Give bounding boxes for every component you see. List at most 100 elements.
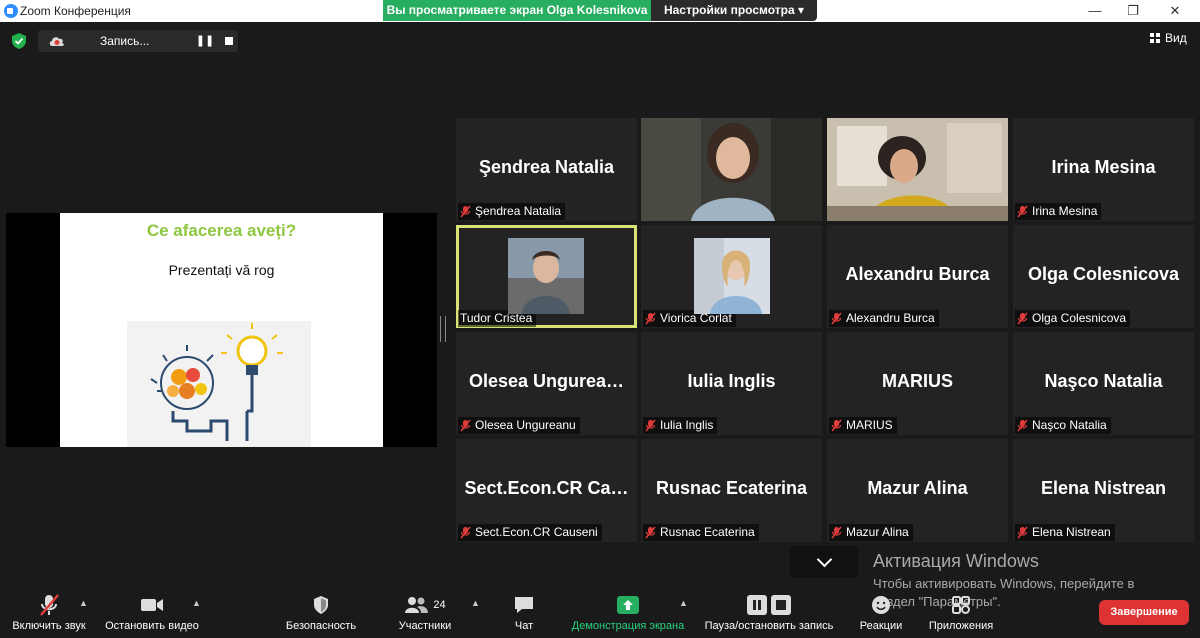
avatar-viorica-corlat: [694, 238, 770, 314]
reactions-label: Реакции: [859, 620, 903, 632]
recording-bar: Запись... ❚❚: [38, 30, 238, 52]
muted-mic-icon: [645, 419, 656, 432]
close-button[interactable]: ✕: [1160, 2, 1190, 20]
pause-recording-button[interactable]: ❚❚: [194, 30, 216, 52]
muted-mic-icon: [1017, 419, 1028, 432]
participant-tile[interactable]: Mazur Alina Mazur Alina: [827, 439, 1008, 542]
participant-name: Irina Mesina: [1051, 157, 1156, 177]
chat-button[interactable]: Чат: [505, 592, 543, 632]
participant-label-text: Iulia Inglis: [660, 418, 714, 432]
apps-button[interactable]: Приложения: [922, 592, 1000, 632]
panel-splitter-handle[interactable]: [440, 316, 446, 342]
view-settings-button[interactable]: Настройки просмотра ▾: [651, 0, 817, 21]
participant-label-text: Mazur Alina: [846, 525, 909, 539]
avatar-tudor-cristea: [508, 238, 584, 314]
muted-mic-icon: [1017, 312, 1028, 325]
participants-icon: [405, 597, 429, 613]
participant-label-text: Irina Mesina: [1032, 204, 1098, 218]
grid-icon: [1150, 33, 1160, 43]
stop-video-button[interactable]: Остановить видео: [102, 592, 202, 632]
muted-mic-icon: [460, 205, 471, 218]
maximize-button[interactable]: ❐: [1118, 2, 1148, 20]
minimize-button[interactable]: —: [1080, 2, 1110, 20]
shield-icon: [314, 596, 328, 614]
window-title: Zoom Конференция: [20, 4, 131, 18]
muted-mic-icon: [645, 312, 656, 325]
video-feed-olga-kolesnikova: [827, 118, 1008, 221]
shield-check-icon[interactable]: [10, 32, 28, 50]
unmute-button[interactable]: Включить звук: [8, 592, 90, 632]
muted-mic-icon: [460, 419, 471, 432]
participant-label-text: Rusnac Ecaterina: [660, 525, 755, 539]
participant-tile[interactable]: Şendrea Natalia Şendrea Natalia: [456, 118, 637, 221]
participant-name: Olesea Ungurea…: [468, 371, 625, 391]
muted-mic-icon: [831, 526, 842, 539]
participant-label-text: Alexandru Burca: [846, 311, 935, 325]
participant-tile[interactable]: Alexandru Burca Alexandru Burca: [827, 225, 1008, 328]
screen-share-banner: Вы просматриваете экран Olga Kolesnikova: [383, 0, 651, 21]
muted-mic-icon: [831, 312, 842, 325]
view-button[interactable]: Вид: [1150, 31, 1187, 45]
muted-mic-icon: [645, 526, 656, 539]
participant-label: Elena Nistrean: [1015, 524, 1115, 541]
chat-label: Чат: [514, 620, 534, 632]
participant-label-text: MARIUS: [846, 418, 893, 432]
participant-tile[interactable]: MARIUS MARIUS: [827, 332, 1008, 435]
video-options-caret[interactable]: ▲: [192, 598, 201, 608]
lightbulb-brain-illustration: [127, 321, 311, 447]
stop-recording-button[interactable]: [218, 30, 240, 52]
muted-microphone-icon: [40, 594, 59, 616]
participant-label-text: Olesea Ungureanu: [475, 418, 576, 432]
participant-name: Mazur Alina: [867, 478, 968, 498]
participant-label: Alexandru Burca: [829, 310, 939, 327]
apps-label: Приложения: [928, 620, 994, 632]
audio-options-caret[interactable]: ▲: [79, 598, 88, 608]
participant-label: Irina Mesina: [1015, 203, 1102, 220]
participant-name: Sect.Econ.CR Ca…: [464, 478, 629, 498]
participant-label: Olga Colesnicova: [1015, 310, 1131, 327]
participant-tile[interactable]: Rusnac Ecaterina Rusnac Ecaterina: [641, 439, 822, 542]
participant-label: Sect.Econ.CR Causeni: [458, 524, 602, 541]
share-options-caret[interactable]: ▲: [679, 598, 688, 608]
share-screen-button[interactable]: Демонстрация экрана: [566, 592, 690, 632]
slide-title: Ce afacerea aveți?: [146, 221, 297, 240]
participant-tile[interactable]: Naşco Natalia Naşco Natalia: [1013, 332, 1194, 435]
cloud-record-icon: [49, 37, 64, 46]
pause-stop-recording-button[interactable]: Пауза/остановить запись: [700, 592, 838, 632]
participants-count: 24: [433, 599, 446, 611]
participant-name: Olga Colesnicova: [1027, 264, 1180, 284]
participant-label-text: Şendrea Natalia: [475, 204, 562, 218]
participant-label: Olesea Ungureanu: [458, 417, 580, 434]
pause-stop-recording-label: Пауза/остановить запись: [704, 620, 834, 632]
participant-name: Alexandru Burca: [845, 264, 990, 284]
participant-tile[interactable]: Iulia Inglis Iulia Inglis: [641, 332, 822, 435]
end-meeting-button[interactable]: Завершение: [1099, 600, 1189, 625]
recording-label: Запись...: [100, 34, 150, 48]
participant-tile[interactable]: Sect.Econ.CR Ca… Sect.Econ.CR Causeni: [456, 439, 637, 542]
security-button[interactable]: Безопасность: [284, 592, 358, 632]
participants-button[interactable]: 24 Участники: [394, 592, 456, 632]
participant-tile[interactable]: Elena Nistrean Elena Nistrean: [1013, 439, 1194, 542]
slide-subtitle: Prezentați vă rog: [168, 262, 275, 278]
participant-label: Naşco Natalia: [1015, 417, 1111, 434]
participant-tile[interactable]: Irina Mesina Irina Mesina: [1013, 118, 1194, 221]
share-screen-icon: [617, 596, 639, 614]
participants-options-caret[interactable]: ▲: [471, 598, 480, 608]
hide-participants-chevron-button[interactable]: [790, 546, 858, 578]
smiley-icon: [872, 596, 890, 614]
video-camera-icon: [141, 599, 163, 611]
reactions-button[interactable]: Реакции: [855, 592, 907, 632]
unmute-label: Включить звук: [12, 620, 86, 632]
participant-name: Elena Nistrean: [1040, 478, 1167, 498]
stop-video-label: Остановить видео: [105, 620, 199, 632]
participant-label: Iulia Inglis: [643, 417, 718, 434]
pause-stop-icon: [747, 595, 791, 615]
participant-label-text: Olga Colesnicova: [1032, 311, 1127, 325]
muted-mic-icon: [1017, 205, 1028, 218]
participant-tile[interactable]: Olesea Ungurea… Olesea Ungureanu: [456, 332, 637, 435]
view-button-label: Вид: [1165, 31, 1187, 45]
muted-mic-icon: [831, 419, 842, 432]
participant-name: Iulia Inglis: [687, 371, 776, 391]
participant-label: Rusnac Ecaterina: [643, 524, 759, 541]
participant-tile[interactable]: Olga Colesnicova Olga Colesnicova: [1013, 225, 1194, 328]
